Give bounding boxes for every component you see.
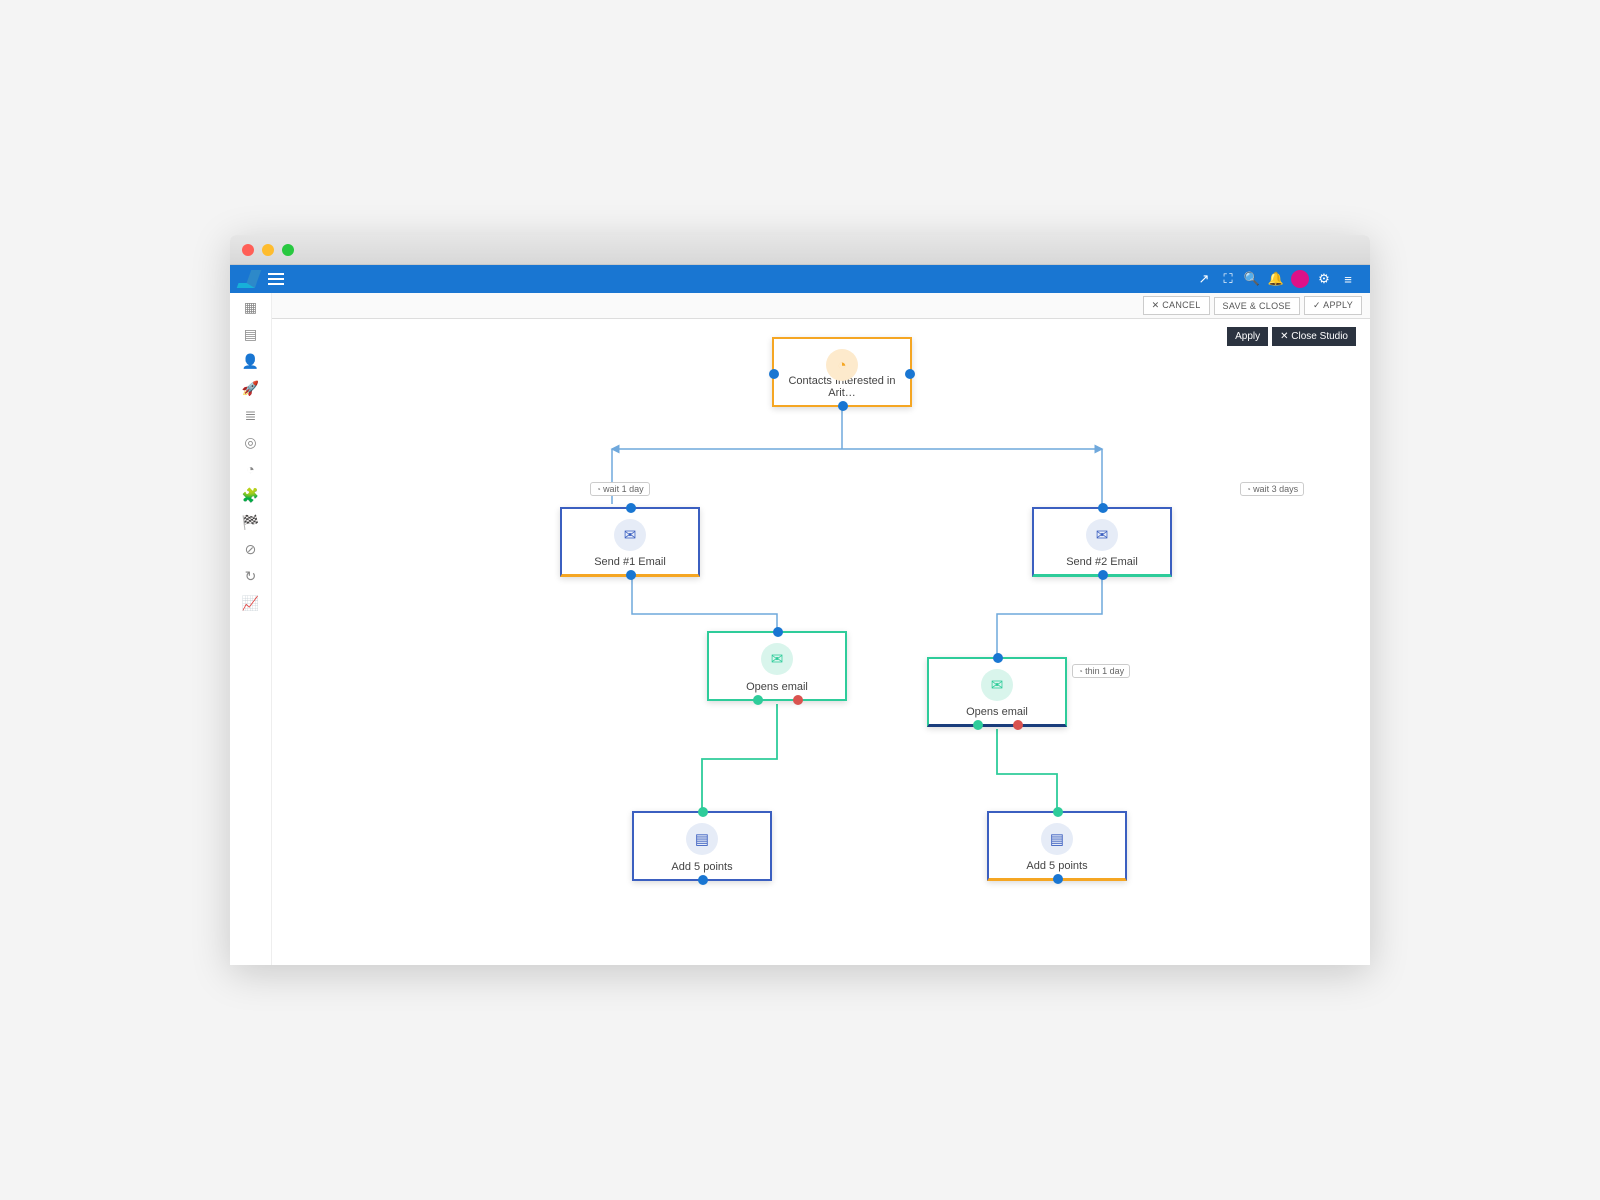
database-icon[interactable]: ≣: [245, 407, 257, 424]
target-icon[interactable]: ◎: [244, 434, 256, 451]
clock-icon[interactable]: ◔: [246, 461, 254, 477]
node-add-5-points-2[interactable]: ▤ Add 5 points: [987, 811, 1127, 881]
wait-label-3days: wait 3 days: [1240, 482, 1304, 496]
fullscreen-icon[interactable]: ⛶: [1216, 271, 1240, 287]
wait-label-1day: wait 1 day: [590, 482, 650, 496]
bell-icon[interactable]: 🔔: [1264, 271, 1288, 287]
envelope-icon: ✉: [614, 519, 646, 551]
calculator-icon: ▤: [686, 823, 718, 855]
window-titlebar: [230, 235, 1370, 265]
open-envelope-icon: ✉: [981, 669, 1013, 701]
node-segment-root[interactable]: ◔ Contacts Interested in Arit…: [772, 337, 912, 407]
chart-icon[interactable]: 📈: [242, 595, 259, 612]
node-label: Add 5 points: [671, 861, 732, 873]
cancel-button[interactable]: ✕ CANCEL: [1143, 296, 1210, 315]
hamburger-icon[interactable]: ≡: [1336, 272, 1360, 287]
node-opens-email-2[interactable]: ✉ Opens email: [927, 657, 1067, 727]
gear-icon[interactable]: ⚙: [1312, 271, 1336, 287]
node-label: Send #1 Email: [594, 556, 666, 568]
open-envelope-icon: ✉: [761, 643, 793, 675]
action-bar: ✕ CANCEL SAVE & CLOSE ✓ APPLY: [272, 293, 1370, 319]
node-label: Opens email: [966, 706, 1028, 718]
avatar[interactable]: [1288, 270, 1312, 288]
user-icon[interactable]: 👤: [242, 353, 259, 370]
wait-label-within1day: thin 1 day: [1072, 664, 1130, 678]
gauge-icon[interactable]: 🏁: [242, 514, 259, 531]
sidebar: ▦ ▤ 👤 🚀 ≣ ◎ ◔ 🧩 🏁 ⊘ ↻ 📈: [230, 293, 272, 965]
workflow-canvas[interactable]: Apply ✕ Close Studio: [272, 319, 1370, 965]
node-add-5-points-1[interactable]: ▤ Add 5 points: [632, 811, 772, 881]
node-label: Send #2 Email: [1066, 556, 1138, 568]
envelope-icon: ✉: [1086, 519, 1118, 551]
app-window: ↗ ⛶ 🔍 🔔 ⚙ ≡ ✕ CANCEL SAVE & CLOSE ✓ APPL…: [230, 235, 1370, 965]
calendar-icon[interactable]: ▤: [244, 326, 257, 343]
node-opens-email-1[interactable]: ✉ Opens email: [707, 631, 847, 701]
block-icon[interactable]: ⊘: [245, 541, 257, 558]
menu-toggle-icon[interactable]: [268, 273, 284, 285]
top-bar: ↗ ⛶ 🔍 🔔 ⚙ ≡: [230, 265, 1370, 293]
node-label: Add 5 points: [1026, 860, 1087, 872]
minimize-window-icon[interactable]: [262, 244, 274, 256]
dashboard-icon[interactable]: ▦: [244, 299, 257, 316]
node-send-email-2[interactable]: ✉ Send #2 Email: [1032, 507, 1172, 577]
close-window-icon[interactable]: [242, 244, 254, 256]
save-close-button[interactable]: SAVE & CLOSE: [1214, 297, 1300, 315]
share-icon[interactable]: ↗: [1192, 271, 1216, 287]
plugin-icon[interactable]: 🧩: [242, 487, 259, 504]
search-icon[interactable]: 🔍: [1240, 271, 1264, 287]
rocket-icon[interactable]: 🚀: [242, 380, 259, 397]
pie-chart-icon: ◔: [826, 349, 858, 381]
apply-button[interactable]: ✓ APPLY: [1304, 296, 1362, 315]
node-send-email-1[interactable]: ✉ Send #1 Email: [560, 507, 700, 577]
app-logo-icon: [237, 270, 262, 288]
calculator-icon: ▤: [1041, 823, 1073, 855]
maximize-window-icon[interactable]: [282, 244, 294, 256]
node-label: Opens email: [746, 681, 808, 693]
history-icon[interactable]: ↻: [245, 568, 257, 585]
